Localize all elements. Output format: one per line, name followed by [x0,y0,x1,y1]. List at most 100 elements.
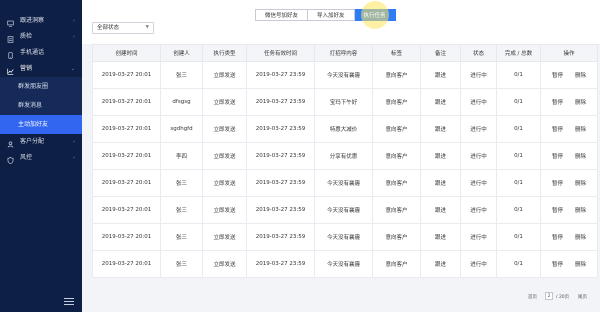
table-cell: 跟进 [420,61,461,89]
table-cell: 2019-03-27 20:01 [92,88,161,116]
table-cell: 0/1 [496,61,541,89]
pause-button[interactable]: 暂停 [552,179,563,187]
delete-button[interactable]: 删除 [575,179,586,187]
table-cell: 立即发送 [202,223,247,251]
chevron-down-icon: ⌄ [70,66,75,72]
pause-button[interactable]: 暂停 [552,152,563,160]
table-cell: 意向客户 [372,115,421,143]
table-cell: 立即发送 [202,196,247,224]
column-header: 状态 [460,44,497,62]
sidebar-item-risk-control[interactable]: 风控 › [0,150,82,166]
sidebar-subitem-moments-broadcast[interactable]: 群发朋友圈 [0,77,82,96]
table-cell: 意向客户 [372,223,421,251]
table-cell: 今天没有襄霾 [314,223,373,251]
first-page-link[interactable]: 首页 [528,294,537,300]
table-cell: 立即发送 [202,142,247,170]
sidebar-item-label: 营销 [20,65,33,72]
delete-button[interactable]: 删除 [575,98,586,106]
pause-button[interactable]: 暂停 [552,233,563,241]
table-cell: 跟进 [420,223,461,251]
actions-cell: 暂停 删除 [540,196,598,224]
table-cell: 0/1 [496,196,541,224]
pause-button[interactable]: 暂停 [552,98,563,106]
table-cell: 张三 [160,223,203,251]
delete-button[interactable]: 删除 [575,260,586,268]
actions-cell: 暂停 删除 [540,142,598,170]
table-cell: 2019-03-27 20:01 [92,169,161,197]
status-filter-select[interactable]: 全部状态 ▼ [92,22,154,34]
table-cell: 2019-03-27 23:59 [246,169,315,197]
table-cell: 今天没有襄霾 [314,169,373,197]
delete-button[interactable]: 删除 [575,125,586,133]
table-cell: 2019-03-27 23:59 [246,250,315,278]
table-cell: 进行中 [460,196,497,224]
delete-button[interactable]: 删除 [575,152,586,160]
chart-icon [7,66,14,75]
column-header: 打招呼内容 [314,44,373,62]
sidebar-item-marketing[interactable]: 营销 ⌄ [0,61,82,77]
table-cell: 李四 [160,142,203,170]
page-number-input[interactable]: 2 [545,292,553,300]
table-row: 2019-03-27 20:01 张三 立即发送 2019-03-27 23:59 今天… [92,169,598,197]
chevron-down-icon: ▼ [145,25,149,30]
pause-button[interactable]: 暂停 [552,206,563,214]
tab-import-add-friend[interactable]: 导入加好友 [308,9,355,21]
table-cell: 意向客户 [372,142,421,170]
table-row: 2019-03-27 20:01 sgdhgfd 立即发送 2019-03-27 23… [92,115,598,143]
table-cell: 意向客户 [372,61,421,89]
table-cell: 2019-03-27 23:59 [246,223,315,251]
table-cell: 跟进 [420,196,461,224]
table-cell: 进行中 [460,142,497,170]
table-cell: 张三 [160,250,203,278]
table-cell: 0/1 [496,88,541,116]
sidebar-subitem-add-friends[interactable]: 主动加好友 [0,115,82,134]
table-cell: 张三 [160,196,203,224]
pause-button[interactable]: 暂停 [552,125,563,133]
table-cell: 进行中 [460,250,497,278]
table-cell: 分享有优惠 [314,142,373,170]
actions-cell: 暂停 删除 [540,115,598,143]
sidebar-item-calls[interactable]: 手机通话 [0,45,82,61]
table-cell: 进行中 [460,61,497,89]
column-header: 标签 [372,44,421,62]
delete-button[interactable]: 删除 [575,71,586,79]
last-page-link[interactable]: 尾页 [578,294,587,300]
table-cell: 2019-03-27 20:01 [92,250,161,278]
table-cell: 立即发送 [202,61,247,89]
collapse-menu-icon[interactable] [64,298,74,307]
table-cell: 2019-03-27 20:01 [92,223,161,251]
tab-execute-task[interactable]: 执行任务 [354,1,396,29]
column-header: 完成 / 总数 [496,44,541,62]
table-cell: 意向客户 [372,196,421,224]
table-cell: 2019-03-27 20:01 [92,115,161,143]
table-cell: 张三 [160,61,203,89]
sidebar-item-customer-assign[interactable]: 客户分配 › [0,134,82,150]
sidebar-item-insight[interactable]: 跟进洞察 › [0,13,82,29]
pause-button[interactable]: 暂停 [552,260,563,268]
column-header: 备注 [420,44,461,62]
sidebar-item-label: 跟进洞察 [20,17,45,24]
table-cell: 跟进 [420,88,461,116]
delete-button[interactable]: 删除 [575,206,586,214]
delete-button[interactable]: 删除 [575,233,586,241]
table-cell: 跟进 [420,142,461,170]
table-cell: 特惠大减价 [314,115,373,143]
chevron-right-icon: › [73,155,75,161]
table-cell: 0/1 [496,223,541,251]
sidebar-subitem-message-broadcast[interactable]: 群发消息 [0,96,82,115]
sidebar-item-label: 质检 [20,33,33,40]
table-cell: 宝玛下午好 [314,88,373,116]
column-header: 执行类型 [202,44,247,62]
toolbar: 微信号加好友 导入加好友 执行任务 全部状态 ▼ [82,0,600,44]
sidebar-item-quality[interactable]: 质检 › [0,29,82,45]
monitor-icon [7,18,14,27]
table-cell: dfsgsg [160,88,203,116]
table-cell: 进行中 [460,223,497,251]
table-cell: 2019-03-27 23:59 [246,142,315,170]
table-row: 2019-03-27 20:01 张三 立即发送 2019-03-27 23:59 今天… [92,61,598,89]
table-cell: 立即发送 [202,169,247,197]
pagination: 首页 2 / 20页 尾页 [82,291,600,305]
tab-wechat-add-friend[interactable]: 微信号加好友 [255,9,309,21]
table-cell: 今天没有襄霾 [314,250,373,278]
pause-button[interactable]: 暂停 [552,71,563,79]
